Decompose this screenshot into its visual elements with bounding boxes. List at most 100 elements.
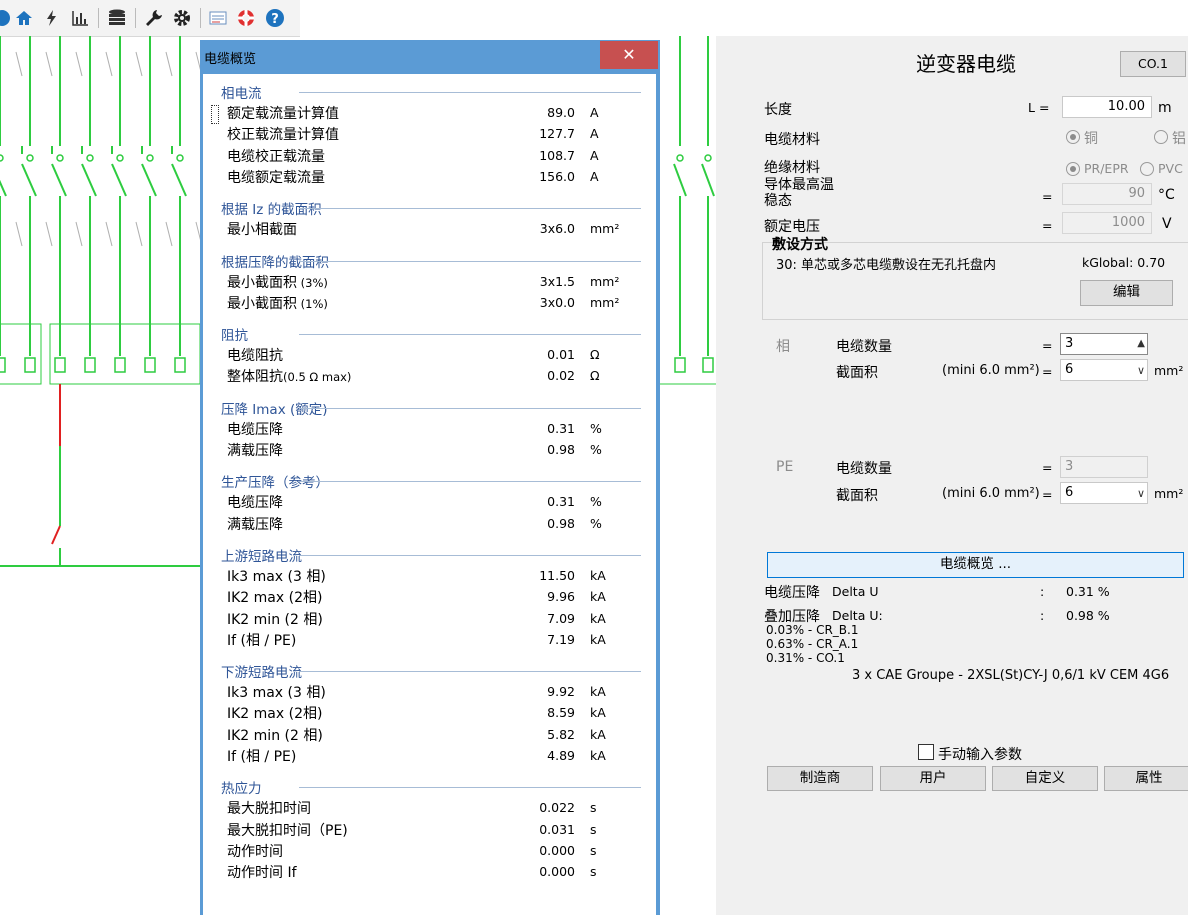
breaker-switch [673, 163, 687, 197]
lightning-icon[interactable] [42, 8, 62, 28]
terminal-circle [146, 154, 154, 162]
metric-label-text: 电缆校正载流量 [227, 148, 325, 165]
length-input[interactable]: 10.00 [1062, 96, 1152, 118]
breaker-switch [701, 163, 715, 197]
group-frame [0, 323, 42, 385]
user-button[interactable]: 用户 [880, 766, 986, 791]
section-divider [299, 208, 641, 210]
voltage-unit: V [1162, 216, 1172, 232]
database-icon[interactable] [107, 8, 127, 28]
toolbar-separator [98, 8, 99, 28]
spinner-arrows-icon[interactable]: ▲ [1137, 334, 1145, 354]
fuse-mark [45, 221, 53, 247]
section-divider [299, 671, 641, 673]
edit-laying-button[interactable]: 编辑 [1080, 280, 1173, 306]
metric-label: 整体阻抗(0.5 Ω max) [227, 366, 351, 386]
code-button[interactable]: CO.1 [1120, 51, 1186, 77]
metric-label-text: IK2 min (2 相) [227, 611, 323, 628]
copper-label: 铜 [1084, 131, 1098, 147]
metric-label-text: IK2 max (2相) [227, 590, 323, 607]
material-label: 电缆材料 [764, 132, 820, 148]
properties-button[interactable]: 属性 [1104, 766, 1188, 791]
voltage-eq: = [1042, 218, 1053, 233]
metric-unit: kA [590, 589, 606, 605]
metric-label-text: Ik3 max (3 相) [227, 568, 326, 585]
pe-section-select[interactable]: 6 ∨ [1060, 482, 1148, 504]
metric-label-text: 最大脱扣时间 [227, 801, 311, 818]
metric-label-text: If (相 / PE) [227, 632, 297, 649]
manual-input-label: 手动输入参数 [938, 747, 1022, 763]
pvc-radio[interactable] [1140, 162, 1154, 176]
schematic-canvas[interactable] [0, 36, 200, 915]
metric-unit: kA [590, 684, 606, 700]
metric-label-text: 电缆压降 [227, 495, 283, 512]
metric-unit: A [590, 168, 599, 184]
metric-value: 0.98 [547, 442, 575, 457]
lifebuoy-icon[interactable] [236, 8, 256, 28]
metric-label-text: 最大脱扣时间（PE) [227, 822, 348, 839]
panel-title: 逆变器电缆 [916, 52, 1016, 76]
wrench-icon[interactable] [144, 8, 164, 28]
manufacturer-button[interactable]: 制造商 [767, 766, 873, 791]
metric-unit: mm² [590, 273, 620, 289]
metric-unit: A [590, 126, 599, 142]
copper-radio[interactable] [1066, 130, 1080, 144]
toolbar-separator [135, 8, 136, 28]
close-icon[interactable]: ✕ [600, 41, 658, 69]
manual-input-checkbox[interactable] [918, 744, 934, 760]
section-title: 相电流 [221, 86, 262, 102]
chevron-down-icon[interactable]: ∨ [1137, 484, 1145, 504]
pvc-label: PVC [1158, 161, 1183, 176]
pr-epr-radio[interactable] [1066, 162, 1080, 176]
metric-label: 额定载流量计算值 [227, 103, 339, 123]
metric-label: 最小截面积 (3%) [227, 272, 328, 292]
pe-section-label: 截面积 [836, 488, 878, 504]
terminal-circle [86, 154, 94, 162]
section-divider [299, 554, 641, 556]
terminal-circle [704, 154, 712, 162]
phase-section-select[interactable]: 6 ∨ [1060, 359, 1148, 381]
pe-section-eq: = [1042, 487, 1053, 502]
metric-value: 7.09 [547, 610, 575, 626]
custom-button[interactable]: 自定义 [992, 766, 1098, 791]
metric-unit: kA [590, 631, 606, 647]
voltage-label: 额定电压 [764, 219, 820, 235]
globe-icon[interactable] [0, 8, 12, 28]
cable-overview-button[interactable]: 电缆概览 ... [767, 552, 1184, 578]
terminal-box [24, 357, 36, 373]
metric-label-text: 最小相截面 [227, 222, 297, 239]
terminal-circle [56, 154, 64, 162]
aluminium-radio[interactable] [1154, 130, 1168, 144]
schematic-canvas-right[interactable] [660, 36, 716, 915]
metric-unit: % [590, 515, 602, 531]
terminal-circle [676, 154, 684, 162]
report-icon[interactable] [208, 8, 228, 28]
metric-unit: kA [590, 705, 606, 721]
breaker-switch [111, 163, 127, 197]
gear-icon[interactable] [172, 8, 192, 28]
fuse-mark [15, 51, 23, 77]
section-divider [299, 334, 641, 336]
metric-unit: kA [590, 748, 606, 763]
section-title: 阻抗 [221, 328, 248, 345]
metric-value: 4.89 [547, 748, 575, 763]
inverter-switch [51, 525, 61, 545]
metric-unit: % [590, 442, 602, 457]
pe-count-eq: = [1042, 460, 1053, 475]
metric-value: 0.98 [547, 515, 575, 531]
help-icon[interactable]: ? [265, 8, 285, 28]
insulation-label: 绝缘材料 [764, 160, 820, 176]
length-unit: m [1158, 100, 1172, 116]
cable-overview-dialog: 电缆概览 ✕ 相电流 额定载流量计算值 89.0 A 校正载流量计算值 127.7 A 电缆校… [200, 40, 660, 915]
breaker-switch [21, 163, 37, 197]
metric-unit: s [590, 842, 597, 858]
metric-value: 0.031 [539, 821, 575, 837]
phase-count-spinner[interactable]: 3 ▲ [1060, 333, 1148, 355]
chevron-down-icon[interactable]: ∨ [1137, 361, 1145, 381]
steady-state-label: 稳态 [764, 193, 792, 209]
bar-chart-icon[interactable] [70, 8, 90, 28]
metric-value: 0.02 [547, 368, 575, 384]
metric-label: Ik3 max (3 相) [227, 566, 326, 586]
home-icon[interactable] [14, 8, 34, 28]
metric-label-text: IK2 min (2 相) [227, 727, 323, 744]
